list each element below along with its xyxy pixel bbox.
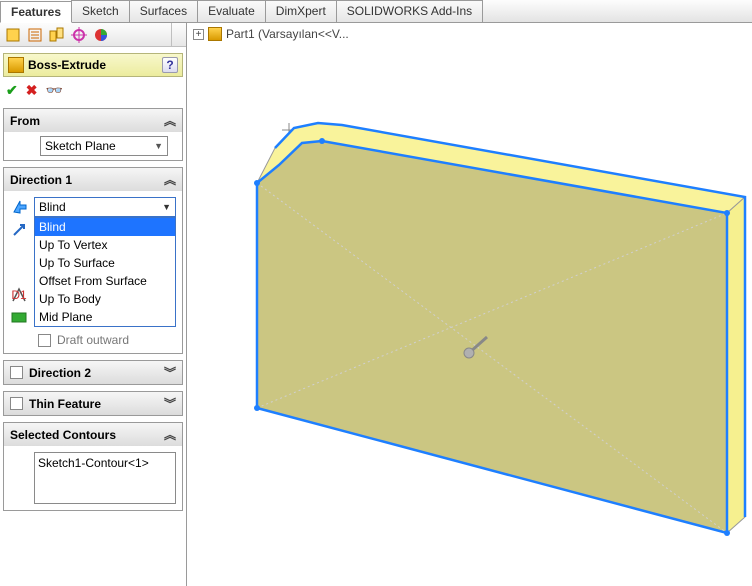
- feature-title-bar: Boss-Extrude ?: [3, 53, 183, 77]
- thin-feature-checkbox[interactable]: [10, 397, 23, 410]
- contour-list[interactable]: Sketch1-Contour<1>: [34, 452, 176, 504]
- dimxpert-mgr-icon[interactable]: [69, 25, 89, 45]
- direction-arrow-icon[interactable]: [10, 219, 30, 239]
- section-direction2: Direction 2 ︾: [3, 360, 183, 385]
- part-label: Part1 (Varsayılan<<V...: [226, 27, 349, 41]
- contour-item[interactable]: Sketch1-Contour<1>: [38, 456, 172, 470]
- extrude-preview-solid: [187, 23, 752, 586]
- option-mid-plane[interactable]: Mid Plane: [35, 308, 175, 326]
- tab-dimxpert[interactable]: DimXpert: [265, 0, 337, 22]
- draft-outward-checkbox[interactable]: [38, 334, 51, 347]
- section-direction2-title: Direction 2: [29, 366, 91, 380]
- reverse-direction-icon[interactable]: [10, 197, 30, 217]
- config-mgr-icon[interactable]: [47, 25, 67, 45]
- draft-angle-icon[interactable]: D1: [10, 285, 28, 305]
- section-direction2-header[interactable]: Direction 2 ︾: [4, 361, 182, 384]
- section-contours-header[interactable]: Selected Contours ︽: [4, 423, 182, 446]
- appearance-mgr-icon[interactable]: [91, 25, 111, 45]
- from-dropdown-value: Sketch Plane: [45, 139, 116, 153]
- tab-addins[interactable]: SOLIDWORKS Add-Ins: [336, 0, 483, 22]
- tab-features[interactable]: Features: [0, 1, 72, 23]
- section-direction1: Direction 1 ︽ Blind ▼ Blind Up To Vertex…: [3, 167, 183, 354]
- end-condition-value: Blind: [39, 200, 66, 214]
- tab-surfaces[interactable]: Surfaces: [129, 0, 198, 22]
- feature-mgr-icon[interactable]: [3, 25, 23, 45]
- section-selected-contours: Selected Contours ︽ Sketch1-Contour<1>: [3, 422, 183, 511]
- collapse-icon: ︽: [164, 426, 176, 443]
- feature-name: Boss-Extrude: [28, 58, 158, 72]
- panel-toolbar: [0, 23, 186, 47]
- from-dropdown[interactable]: Sketch Plane ▼: [40, 136, 168, 156]
- section-contours-title: Selected Contours: [10, 428, 116, 442]
- chevron-down-icon: ▼: [154, 141, 163, 151]
- expand-icon: ︾: [164, 395, 176, 412]
- chevron-down-icon: ▼: [162, 202, 171, 212]
- part-icon: [208, 27, 222, 41]
- help-button[interactable]: ?: [162, 57, 178, 73]
- section-direction1-header[interactable]: Direction 1 ︽: [4, 168, 182, 191]
- end-condition-list: Blind Up To Vertex Up To Surface Offset …: [34, 217, 176, 327]
- draft-outward-label: Draft outward: [57, 333, 129, 347]
- tab-sketch[interactable]: Sketch: [71, 0, 130, 22]
- section-direction1-title: Direction 1: [10, 173, 72, 187]
- preview-button[interactable]: 👓: [45, 82, 62, 99]
- section-from-title: From: [10, 114, 40, 128]
- extrude-icon: [8, 57, 24, 73]
- section-thin-feature: Thin Feature ︾: [3, 391, 183, 416]
- ribbon-tabs: Features Sketch Surfaces Evaluate DimXpe…: [0, 0, 752, 23]
- tab-evaluate[interactable]: Evaluate: [197, 0, 266, 22]
- panel-divider: [171, 23, 183, 47]
- flyout-tree[interactable]: + Part1 (Varsayılan<<V...: [193, 27, 349, 41]
- option-up-to-vertex[interactable]: Up To Vertex: [35, 236, 175, 254]
- section-from-header[interactable]: From ︽: [4, 109, 182, 132]
- end-condition-combo[interactable]: Blind ▼ Blind Up To Vertex Up To Surface…: [34, 197, 176, 217]
- section-thin-header[interactable]: Thin Feature ︾: [4, 392, 182, 415]
- option-up-to-surface[interactable]: Up To Surface: [35, 254, 175, 272]
- property-mgr-icon[interactable]: [25, 25, 45, 45]
- section-thin-title: Thin Feature: [29, 397, 101, 411]
- option-blind[interactable]: Blind: [35, 218, 175, 236]
- svg-text:D1: D1: [11, 288, 27, 302]
- collapse-icon: ︽: [164, 171, 176, 188]
- property-manager-panel: Boss-Extrude ? ✔ ✖ 👓 From ︽ Sketch Plane…: [0, 23, 187, 586]
- section-from: From ︽ Sketch Plane ▼: [3, 108, 183, 161]
- confirm-row: ✔ ✖ 👓: [0, 80, 186, 105]
- graphics-viewport[interactable]: + Part1 (Varsayılan<<V...: [187, 23, 752, 586]
- cancel-button[interactable]: ✖: [26, 82, 38, 99]
- expand-tree-icon[interactable]: +: [193, 29, 204, 40]
- direction2-checkbox[interactable]: [10, 366, 23, 379]
- option-up-to-body[interactable]: Up To Body: [35, 290, 175, 308]
- option-offset-from-surface[interactable]: Offset From Surface: [35, 272, 175, 290]
- merge-icon[interactable]: [10, 307, 28, 327]
- ok-button[interactable]: ✔: [6, 82, 18, 99]
- collapse-icon: ︽: [164, 112, 176, 129]
- expand-icon: ︾: [164, 364, 176, 381]
